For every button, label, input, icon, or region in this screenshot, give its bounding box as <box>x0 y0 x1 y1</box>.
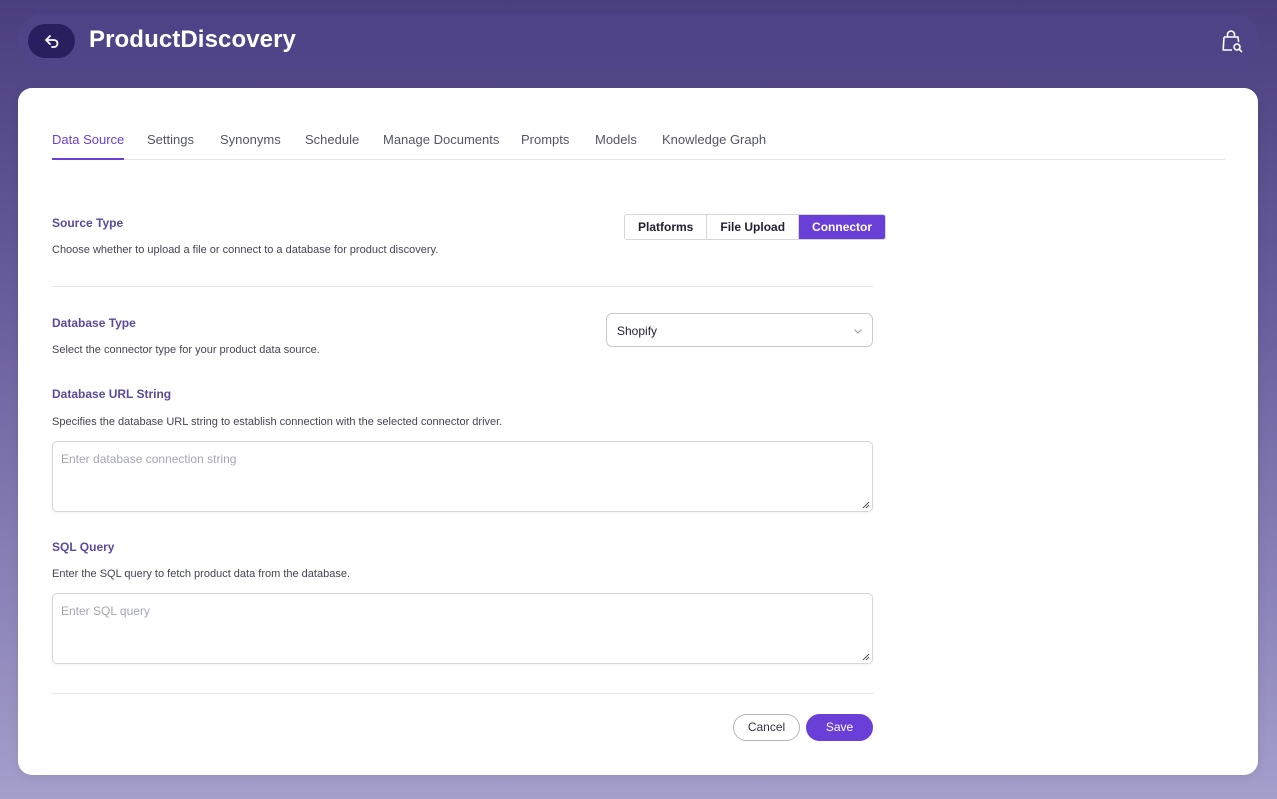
source-option-platforms[interactable]: Platforms <box>625 215 708 239</box>
tab-synonyms[interactable]: Synonyms <box>220 132 281 160</box>
shopping-bag-search-icon <box>1222 30 1243 53</box>
source-option-connector[interactable]: Connector <box>799 215 886 239</box>
tab-data-source[interactable]: Data Source <box>52 132 125 160</box>
database-type-value: Shopify <box>617 324 658 338</box>
database-url-title: Database URL String <box>52 387 172 401</box>
database-type-select[interactable]: Shopify <box>606 313 873 347</box>
source-option-file-upload[interactable]: File Upload <box>707 215 800 239</box>
tab-bar: Data Source Settings Synonyms Schedule M… <box>52 132 1225 160</box>
app-title: ProductDiscovery <box>89 26 297 53</box>
tab-schedule[interactable]: Schedule <box>305 132 359 160</box>
chevron-down-icon <box>854 329 862 334</box>
sql-query-input[interactable]: Enter SQL query <box>52 593 873 664</box>
sql-query-placeholder: Enter SQL query <box>61 604 150 618</box>
undo-arrow-icon <box>44 35 58 48</box>
source-type-title: Source Type <box>52 216 124 230</box>
tab-prompts[interactable]: Prompts <box>521 132 569 160</box>
database-url-placeholder: Enter database connection string <box>61 452 237 466</box>
resize-handle-icon[interactable] <box>861 652 870 661</box>
sql-query-title: SQL Query <box>52 540 115 554</box>
shopping-bag-search-button[interactable] <box>1219 28 1245 54</box>
source-type-toggle: Platforms File Upload Connector <box>624 214 887 240</box>
cancel-button[interactable]: Cancel <box>733 714 800 741</box>
source-type-description: Choose whether to upload a file or conne… <box>52 244 439 256</box>
tab-settings[interactable]: Settings <box>147 132 194 160</box>
database-type-description: Select the connector type for your produ… <box>52 344 320 356</box>
database-type-title: Database Type <box>52 316 136 330</box>
save-button[interactable]: Save <box>806 714 873 741</box>
resize-handle-icon[interactable] <box>861 500 870 509</box>
tab-manage-documents[interactable]: Manage Documents <box>383 132 499 160</box>
tab-models[interactable]: Models <box>595 132 637 160</box>
database-url-input[interactable]: Enter database connection string <box>52 441 873 512</box>
sql-query-description: Enter the SQL query to fetch product dat… <box>52 568 350 580</box>
main-card: Data Source Settings Synonyms Schedule M… <box>18 88 1258 775</box>
app-header: ProductDiscovery <box>18 13 1259 68</box>
footer-divider <box>52 693 873 694</box>
database-url-description: Specifies the database URL string to est… <box>52 416 503 428</box>
tab-knowledge-graph[interactable]: Knowledge Graph <box>662 132 766 160</box>
section-divider <box>52 286 873 287</box>
back-button[interactable] <box>28 24 75 58</box>
